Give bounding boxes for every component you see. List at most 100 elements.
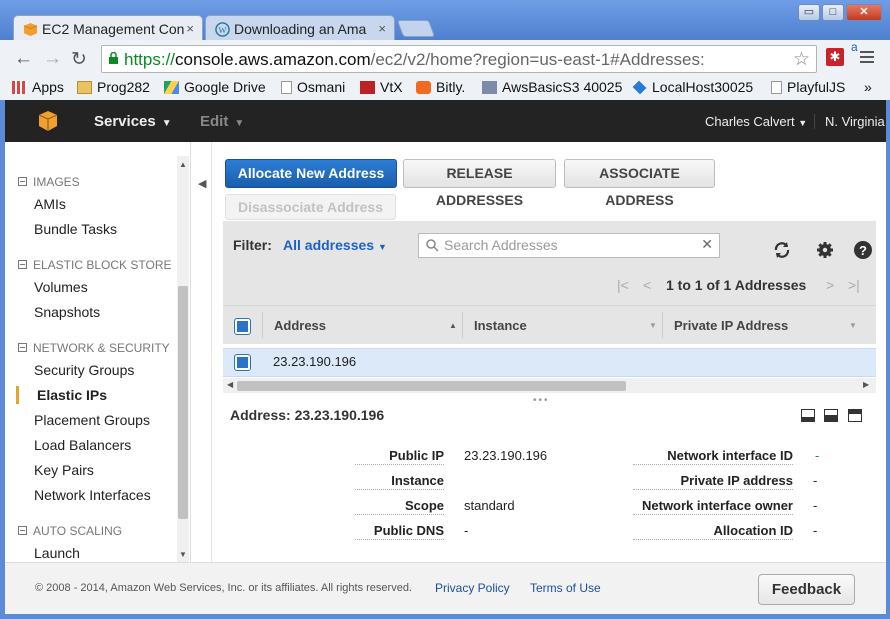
sidebar-section-ebs[interactable]: ELASTIC BLOCK STORE	[18, 258, 172, 272]
url-scheme: https://	[124, 50, 176, 69]
sort-icon[interactable]: ▼	[849, 321, 857, 330]
chevron-down-icon: ▼	[798, 118, 808, 128]
tab-strip: EC2 Management Con × W Downloading an Am…	[0, 0, 890, 42]
sidebar-item-amis[interactable]: AMIs	[34, 196, 66, 212]
bookmark-osmani[interactable]: Osmani	[281, 79, 345, 95]
minimize-button[interactable]: ▭	[798, 4, 820, 21]
aws-box-icon	[23, 22, 38, 37]
first-page-icon[interactable]: |<	[617, 277, 629, 293]
scroll-down-icon[interactable]: ▼	[179, 550, 187, 559]
column-header-address[interactable]: Address	[274, 318, 326, 333]
sidebar-item-security-groups[interactable]: Security Groups	[34, 362, 134, 378]
help-icon[interactable]: ?	[853, 240, 873, 260]
reload-icon[interactable]: ↻	[71, 48, 87, 71]
bookmark-vtx[interactable]: VtX	[360, 79, 403, 95]
detail-label-public-ip: Public IP	[355, 448, 444, 465]
sidebar-section-auto-scaling[interactable]: AUTO SCALING	[18, 524, 122, 538]
terms-of-use-link[interactable]: Terms of Use	[530, 581, 601, 595]
forward-arrow-icon[interactable]: →	[43, 48, 62, 70]
refresh-icon[interactable]	[772, 240, 792, 260]
bookmark-apps[interactable]: Apps	[12, 79, 64, 95]
sidebar-item-key-pairs[interactable]: Key Pairs	[34, 462, 94, 478]
scroll-right-icon[interactable]: ▶	[863, 380, 869, 389]
sidebar-item-network-interfaces[interactable]: Network Interfaces	[34, 487, 151, 503]
sidebar-item-load-balancers[interactable]: Load Balancers	[34, 437, 131, 453]
detail-label-public-dns: Public DNS	[355, 523, 444, 540]
bookmark-google-drive[interactable]: Google Drive	[164, 79, 266, 95]
close-tab-icon[interactable]: ×	[186, 21, 194, 36]
layout-split-icon[interactable]	[824, 409, 838, 422]
sidebar-item-placement-groups[interactable]: Placement Groups	[34, 412, 150, 428]
user-menu[interactable]: Charles Calvert ▼	[705, 114, 807, 129]
sort-asc-icon[interactable]: ▲	[449, 321, 457, 330]
services-menu[interactable]: Services ▼	[94, 113, 172, 130]
close-tab-icon[interactable]: ×	[378, 21, 386, 36]
bookmark-localhost[interactable]: LocalHost30025	[632, 79, 753, 95]
tab-downloading[interactable]: W Downloading an Ama ×	[205, 15, 395, 42]
next-page-icon[interactable]: >	[826, 277, 834, 293]
region-menu[interactable]: N. Virginia	[814, 114, 885, 129]
sidebar-scrollbar-thumb[interactable]	[178, 286, 188, 519]
bookmark-playfuljs[interactable]: PlayfulJS	[771, 79, 845, 95]
sort-icon[interactable]: ▼	[649, 321, 657, 330]
detail-label-private-ip: Private IP address	[633, 473, 793, 490]
layout-bottom-icon[interactable]	[801, 409, 815, 422]
sidebar-item-snapshots[interactable]: Snapshots	[34, 304, 100, 320]
detail-value-public-ip: 23.23.190.196	[464, 448, 548, 463]
column-header-instance[interactable]: Instance	[474, 318, 527, 333]
tab-ec2-management[interactable]: EC2 Management Con ×	[13, 15, 203, 42]
row-checkbox[interactable]	[234, 354, 251, 371]
sidebar-section-network-security[interactable]: NETWORK & SECURITY	[18, 341, 170, 355]
new-tab-button[interactable]	[396, 20, 436, 37]
translate-icon[interactable]: a	[851, 40, 858, 54]
gear-icon[interactable]	[815, 240, 835, 260]
active-indicator	[16, 386, 19, 404]
apps-grid-icon	[12, 81, 27, 94]
feedback-button[interactable]: Feedback	[758, 574, 855, 605]
bookmark-prog282[interactable]: Prog282	[77, 79, 150, 95]
bookmarks-overflow[interactable]: »	[864, 79, 872, 95]
edit-menu[interactable]: Edit ▼	[200, 113, 244, 130]
sidebar-section-images[interactable]: IMAGES	[18, 175, 80, 189]
select-all-checkbox[interactable]	[234, 318, 251, 335]
back-arrow-icon[interactable]: ←	[14, 48, 33, 70]
aws-logo-icon[interactable]	[37, 110, 59, 132]
sidebar-item-volumes[interactable]: Volumes	[34, 279, 88, 295]
bookmark-awsbasics3[interactable]: AwsBasicS3 40025	[482, 79, 622, 95]
chrome-menu-icon[interactable]	[860, 51, 874, 63]
detail-value-network-interface-owner: -	[813, 498, 818, 513]
scroll-up-icon[interactable]: ▲	[179, 160, 187, 169]
prev-page-icon[interactable]: <	[643, 277, 651, 293]
detail-value-public-dns: -	[464, 523, 469, 538]
collapse-icon	[18, 526, 27, 535]
sidebar-item-launch[interactable]: Launch	[34, 545, 80, 561]
sidebar-item-bundle-tasks[interactable]: Bundle Tasks	[34, 221, 117, 237]
address-bar[interactable]: https://console.aws.amazon.com/ec2/v2/ho…	[101, 45, 817, 73]
url-host: console.aws.amazon.com	[175, 50, 371, 69]
table-scrollbar-thumb[interactable]	[237, 381, 626, 391]
privacy-policy-link[interactable]: Privacy Policy	[435, 581, 510, 595]
sidebar-item-elastic-ips[interactable]: Elastic IPs	[37, 387, 107, 403]
bookmark-bitly[interactable]: Bitly.	[416, 79, 465, 95]
filter-dropdown[interactable]: All addresses ▼	[283, 237, 387, 253]
clear-search-icon[interactable]: ✕	[701, 236, 713, 253]
chevron-down-icon: ▼	[161, 118, 172, 129]
sidebar-collapse-handle[interactable]: ◀	[192, 142, 212, 562]
detail-value-private-ip: -	[813, 473, 818, 488]
last-page-icon[interactable]: >|	[848, 277, 860, 293]
extension-icon[interactable]: ✱	[826, 48, 844, 66]
release-addresses-button[interactable]: Release Addresses	[403, 159, 556, 208]
maximize-button[interactable]: □	[822, 4, 844, 21]
associate-address-button[interactable]: Associate Address	[564, 159, 715, 208]
scroll-left-icon[interactable]: ◀	[227, 380, 233, 389]
bookmark-star-icon[interactable]: ☆	[793, 48, 810, 71]
close-window-button[interactable]: ✕	[846, 4, 882, 21]
search-input[interactable]: Search Addresses ✕	[418, 233, 720, 258]
layout-top-icon[interactable]	[848, 409, 862, 422]
detail-label-scope: Scope	[355, 498, 444, 515]
column-header-private-ip[interactable]: Private IP Address	[674, 318, 788, 333]
search-placeholder: Search Addresses	[444, 237, 558, 253]
disassociate-address-button[interactable]: Disassociate Address	[225, 194, 396, 220]
allocate-new-address-button[interactable]: Allocate New Address	[225, 159, 397, 188]
resize-grip-icon[interactable]: •••	[533, 395, 550, 406]
